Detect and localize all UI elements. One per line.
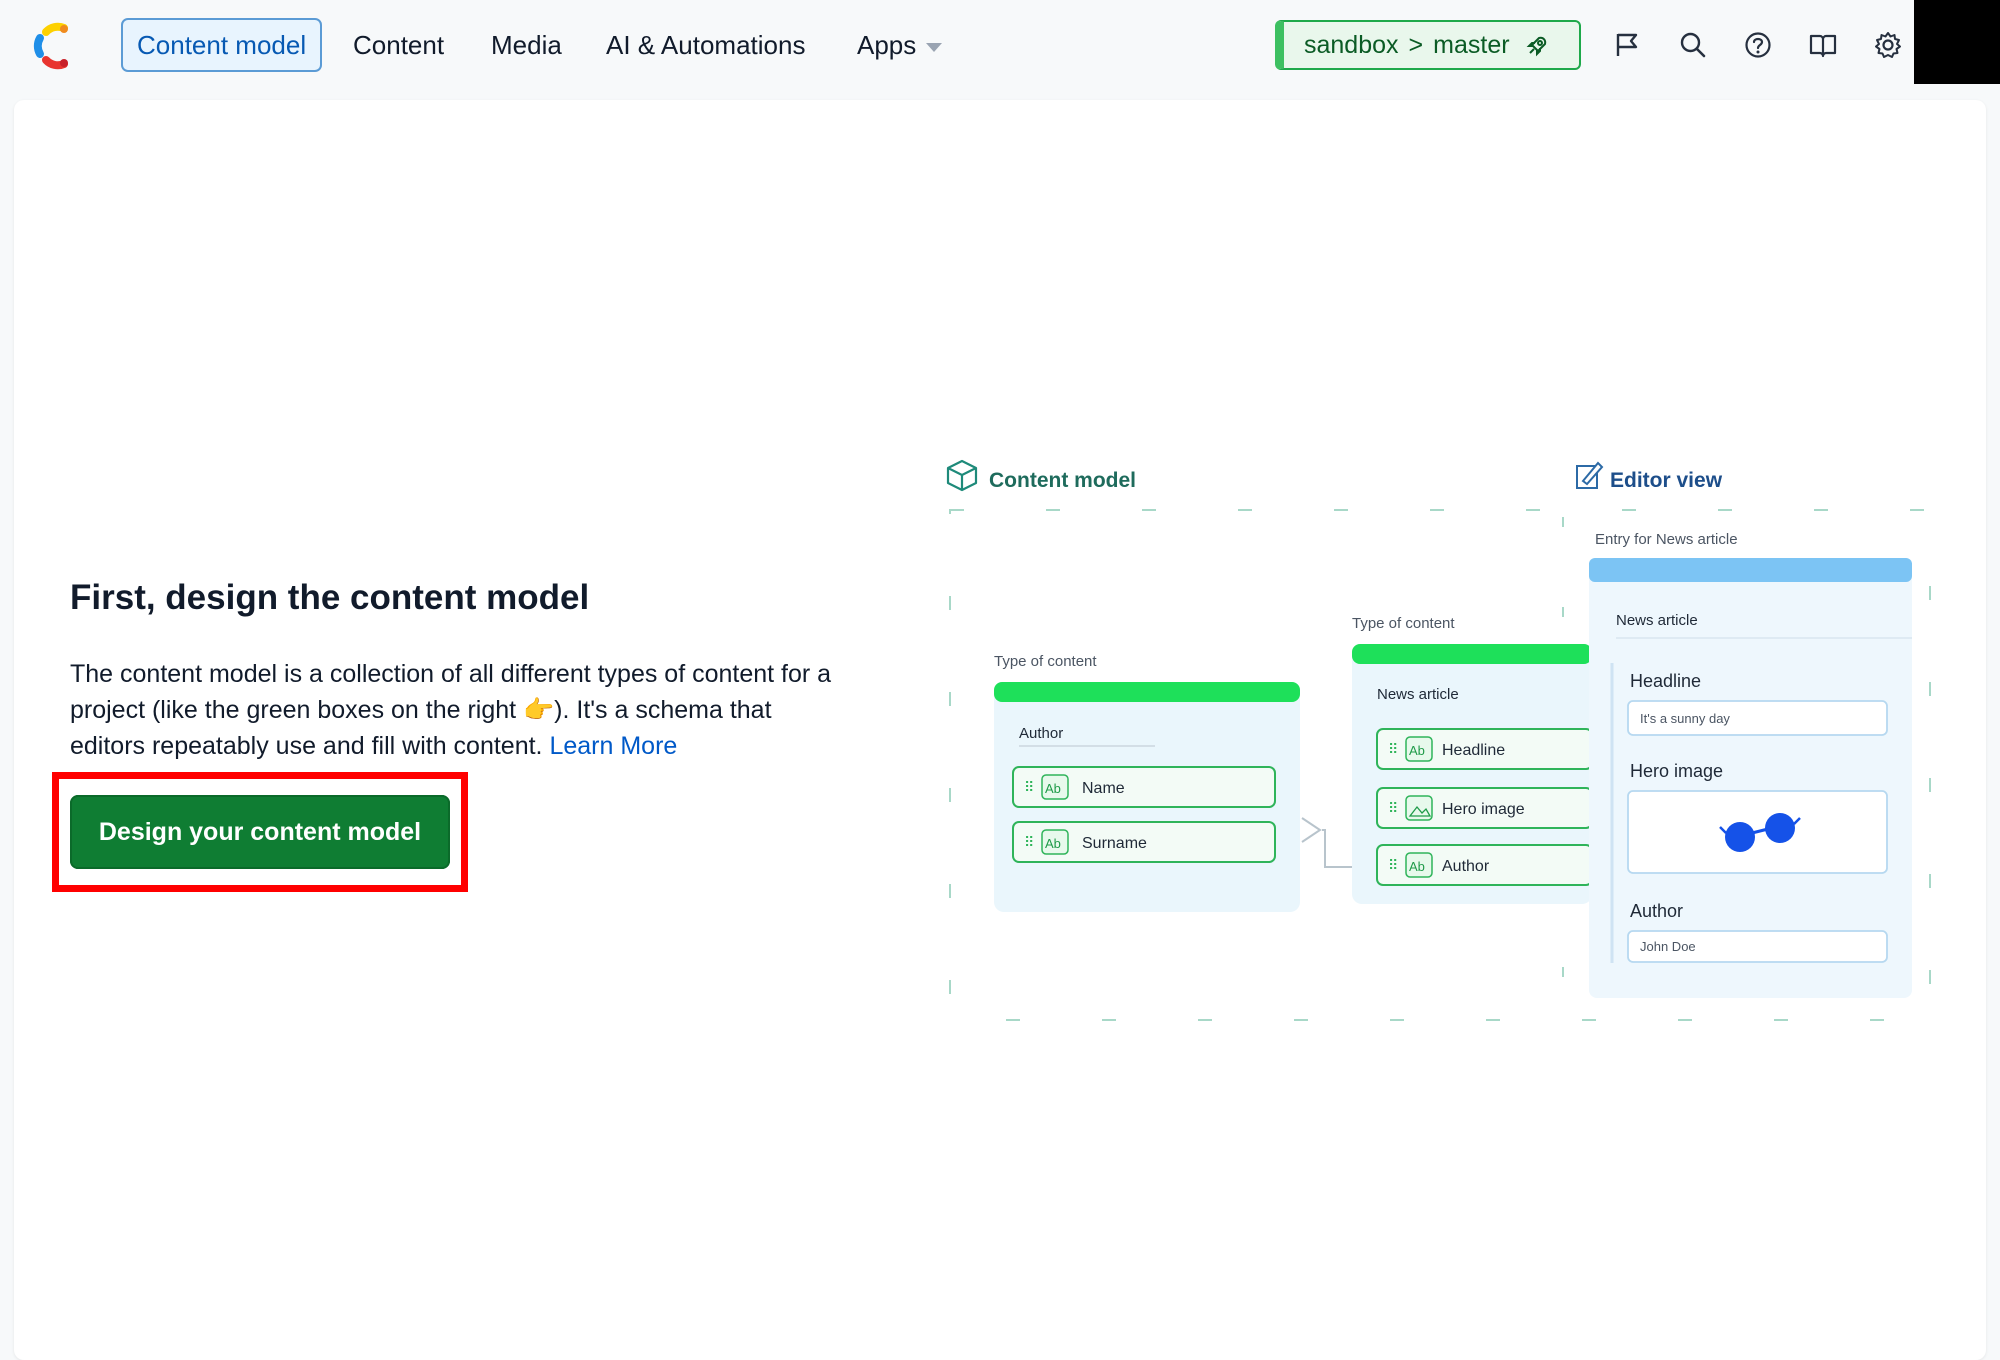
author-card-header: [994, 682, 1300, 702]
top-navigation: Content model Content Media AI & Automat…: [0, 0, 2000, 92]
drag-handle-icon: ⠿: [1388, 741, 1398, 757]
illustration-svg: Content model Editor view Type of conten…: [946, 459, 1931, 1021]
contentful-logo-icon[interactable]: [30, 22, 74, 70]
environment-branch: master: [1433, 31, 1510, 59]
entry-author-label: Author: [1630, 901, 1683, 921]
design-content-model-button[interactable]: Design your content model: [70, 795, 450, 869]
nav-content-model[interactable]: Content model: [121, 18, 323, 72]
learn-more-link[interactable]: Learn More: [549, 732, 677, 760]
content-model-label: Content model: [989, 469, 1136, 492]
author-type-caption: Type of content: [994, 653, 1097, 670]
search-icon[interactable]: [1678, 30, 1708, 60]
drag-handle-icon: ⠿: [1388, 857, 1398, 873]
entry-caption: Entry for News article: [1595, 531, 1738, 548]
help-icon[interactable]: [1743, 30, 1773, 60]
entry-headline-label: Headline: [1630, 671, 1701, 691]
edit-icon: [1576, 461, 1604, 489]
rocket-icon: [1526, 37, 1546, 57]
nav-content[interactable]: Content: [339, 18, 458, 72]
entry-card-header: [1589, 558, 1912, 582]
page-description: The content model is a collection of all…: [70, 656, 840, 764]
news-headline-badge: Ab: [1409, 743, 1425, 758]
flag-icon[interactable]: [1612, 30, 1642, 60]
avatar[interactable]: [1914, 0, 2000, 84]
entry-hero-label: Hero image: [1630, 761, 1723, 781]
drag-handle-icon: ⠿: [1388, 800, 1398, 816]
author-surname-badge: Ab: [1045, 836, 1061, 851]
news-card-title: News article: [1377, 686, 1459, 703]
news-type-caption: Type of content: [1352, 615, 1455, 632]
news-field-author-label: Author: [1442, 858, 1490, 875]
drag-handle-icon: ⠿: [1024, 779, 1034, 795]
connector-line: [1322, 829, 1352, 868]
content-model-illustration: Content model Editor view Type of conten…: [940, 455, 1940, 1035]
environment-separator: >: [1408, 31, 1424, 59]
drag-handle-icon: ⠿: [1024, 834, 1034, 850]
environment-space: sandbox: [1304, 31, 1399, 59]
author-field-name-label: Name: [1082, 780, 1125, 797]
author-card-title: Author: [1019, 725, 1063, 742]
news-field-hero-label: Hero image: [1442, 801, 1525, 818]
book-icon[interactable]: [1808, 30, 1838, 60]
gear-icon[interactable]: [1873, 30, 1903, 60]
connector-arrow: [1301, 817, 1322, 843]
nav-media[interactable]: Media: [477, 18, 576, 72]
entry-card-title: News article: [1616, 612, 1698, 629]
author-field-surname-label: Surname: [1082, 835, 1147, 852]
nav-ai-automations[interactable]: AI & Automations: [592, 18, 819, 72]
news-card-header: [1352, 644, 1592, 664]
cube-icon: [946, 459, 978, 492]
entry-author-value: John Doe: [1640, 939, 1696, 954]
page-title: First, design the content model: [70, 578, 590, 617]
news-author-badge: Ab: [1409, 859, 1425, 874]
nav-apps-label: Apps: [857, 30, 917, 60]
news-field-headline-label: Headline: [1442, 742, 1505, 759]
entry-headline-value: It's a sunny day: [1640, 711, 1730, 726]
environment-switcher[interactable]: sandbox > master: [1275, 20, 1581, 70]
editor-view-label: Editor view: [1610, 469, 1723, 492]
nav-apps[interactable]: Apps: [843, 18, 956, 72]
author-name-badge: Ab: [1045, 781, 1061, 796]
chevron-down-icon: [926, 42, 943, 52]
description-text: The content model is a collection of all…: [70, 660, 832, 760]
